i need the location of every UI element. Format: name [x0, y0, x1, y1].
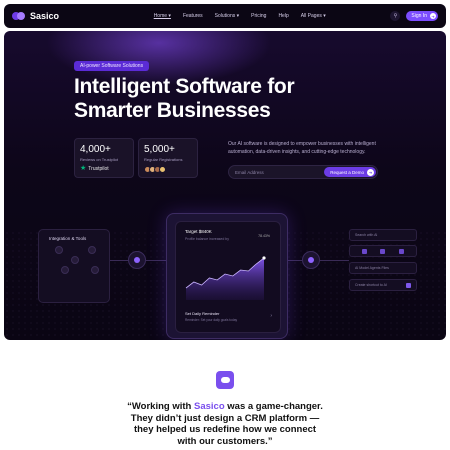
- brand-name: Sasico: [30, 11, 60, 21]
- star-icon: ★: [80, 165, 87, 172]
- reminder-subtitle: Reminder: Set your daily goals today: [185, 318, 238, 322]
- target-title: Target $840K: [185, 229, 212, 234]
- hero-badge: AI-power Software Solutions: [74, 61, 150, 71]
- connector-line: [288, 260, 302, 261]
- request-demo-label: Request a Demo: [330, 169, 364, 175]
- integration-card: Integration & Tools: [38, 229, 110, 303]
- quick-action-icon[interactable]: [380, 248, 386, 254]
- analytics-card: Target $840K Profile balance increased b…: [166, 213, 288, 339]
- trustpilot-badge: ★ Trustpilot: [80, 165, 128, 172]
- email-placeholder: Email Address: [235, 169, 264, 175]
- integration-tool-icon[interactable]: [61, 266, 69, 274]
- stat-reviews: 4,000+ Reviews on Trustpilot ★ Trustpilo…: [74, 138, 134, 178]
- analytics-card-inner: Target $840K Profile balance increased b…: [175, 221, 281, 333]
- connector-line: [146, 260, 166, 261]
- avatar-group: [144, 166, 192, 173]
- top-navbar: Sasico Home ▾ Features Solutions ▾ Prici…: [4, 4, 446, 28]
- quick-action-icon[interactable]: [361, 248, 367, 254]
- growth-area-chart: [185, 256, 266, 300]
- chart-area: [186, 258, 264, 300]
- quick-actions-row: [349, 245, 417, 257]
- integration-tool-icon[interactable]: [88, 246, 96, 254]
- arrow-right-icon: ➜: [430, 13, 436, 19]
- stat-label: Regular Registrations: [144, 157, 183, 162]
- nav-links: Home ▾ Features Solutions ▾ Pricing Help…: [124, 13, 326, 19]
- ai-shortcut-field[interactable]: Create shortcut to AI: [349, 279, 417, 291]
- email-field[interactable]: Email Address Request a Demo ➜: [228, 165, 378, 179]
- ai-search-field[interactable]: Search with AI: [349, 229, 417, 241]
- integration-tool-icon[interactable]: [71, 256, 79, 264]
- integration-tool-icon[interactable]: [55, 246, 63, 254]
- chart-end-point: [262, 256, 266, 260]
- growth-percent: 78.43%: [258, 234, 270, 238]
- stat-value: 5,000+: [144, 144, 175, 155]
- signin-label: Sign In: [411, 13, 427, 19]
- reminder-title: Set Daily Reminder: [185, 311, 220, 316]
- quote-prefix: “Working with: [127, 401, 194, 412]
- nav-link-help[interactable]: Help: [278, 13, 288, 19]
- integration-title: Integration & Tools: [49, 236, 87, 241]
- stat-value: 4,000+: [80, 144, 111, 155]
- ai-options-row[interactable]: AI Model Agents Files: [349, 262, 417, 274]
- logo-icon: [12, 11, 26, 21]
- target-subtitle: Profile balance increased by: [185, 237, 229, 241]
- nav-link-home[interactable]: Home ▾: [154, 13, 171, 19]
- search-icon[interactable]: ⚲: [390, 11, 401, 21]
- hero-section: AI-power Software Solutions Intelligent …: [4, 31, 446, 340]
- integration-tool-icon[interactable]: [91, 266, 99, 274]
- testimonial-quote: “Working with Sasico was a game-changer.…: [125, 401, 325, 447]
- hero-headline: Intelligent Software for Smarter Busines…: [74, 75, 295, 122]
- nav-link-features[interactable]: Features: [183, 13, 203, 19]
- ai-shortcut-placeholder: Create shortcut to AI: [355, 283, 387, 287]
- hub-node-icon: [128, 251, 146, 269]
- connector-line: [320, 260, 349, 261]
- signin-button[interactable]: Sign In ➜: [406, 11, 438, 21]
- hero-description: Our AI software is designed to empower b…: [228, 141, 376, 155]
- trustpilot-label: Trustpilot: [88, 166, 109, 172]
- brand-logo[interactable]: Sasico: [12, 11, 59, 21]
- request-demo-button[interactable]: Request a Demo ➜: [324, 167, 376, 177]
- stat-registrations: 5,000+ Regular Registrations: [138, 138, 198, 178]
- send-icon[interactable]: [406, 282, 411, 288]
- nav-actions: ⚲ Sign In ➜: [390, 11, 438, 21]
- ai-options-text: AI Model Agents Files: [355, 266, 389, 270]
- testimonial-logo-icon: [216, 371, 234, 389]
- quick-action-icon[interactable]: [399, 248, 405, 254]
- avatar: [159, 166, 166, 173]
- ai-search-placeholder: Search with AI: [355, 233, 378, 237]
- page: Sasico Home ▾ Features Solutions ▾ Prici…: [0, 0, 450, 450]
- quote-brand: Sasico: [194, 401, 225, 412]
- stat-label: Reviews on Trustpilot: [80, 157, 119, 162]
- hub-node-icon: [302, 251, 320, 269]
- arrow-right-icon: ➜: [367, 168, 374, 176]
- nav-link-all-pages[interactable]: All Pages ▾: [301, 13, 326, 19]
- nav-link-pricing[interactable]: Pricing: [251, 13, 266, 19]
- nav-link-solutions[interactable]: Solutions ▾: [215, 13, 239, 19]
- more-options-icon[interactable]: ›: [270, 313, 272, 319]
